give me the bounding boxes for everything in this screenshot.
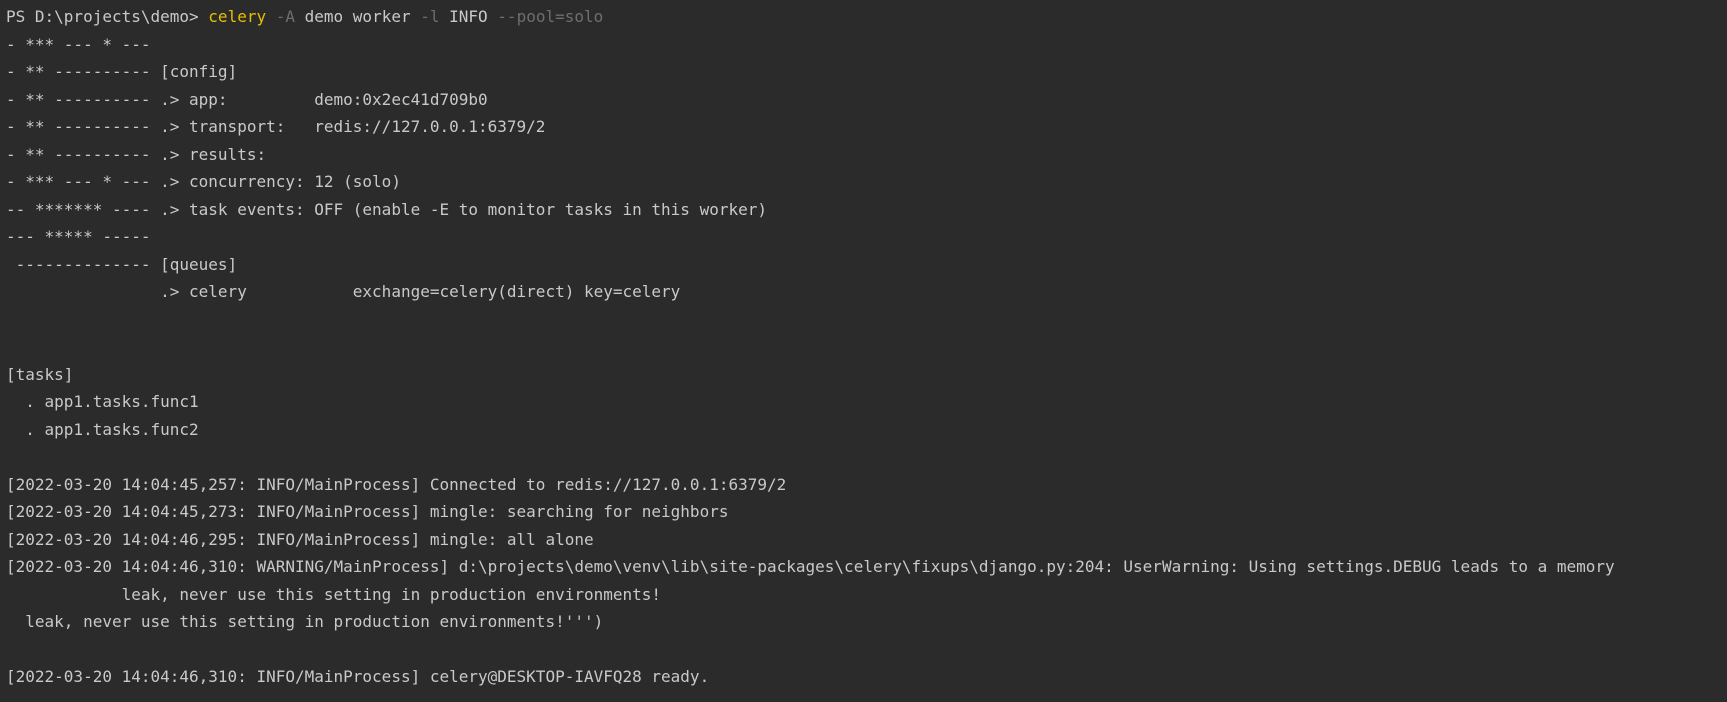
command-prompt-line: PS D:\projects\demo> celery -A demo work…: [6, 3, 1727, 31]
output-line: [2022-03-20 14:04:46,310: WARNING/MainPr…: [6, 557, 1615, 576]
output-line: . app1.tasks.func1: [6, 392, 199, 411]
output-line: .> celery exchange=celery(direct) key=ce…: [6, 282, 681, 301]
prompt-path: PS D:\projects\demo>: [6, 7, 209, 26]
output-line: - ** ---------- .> results:: [6, 144, 267, 164]
output-line: . app1.tasks.func2: [6, 419, 199, 439]
output-line: [2022-03-20 14:04:46,295: INFO/MainProce…: [6, 529, 594, 549]
flag-app: -A: [275, 7, 295, 26]
output-line: [2022-03-20 14:04:45,273: INFO/MainProce…: [6, 502, 729, 521]
flag-loglevel: -l: [420, 7, 440, 26]
output-line: - *** --- * --- .> concurrency: 12 (solo…: [6, 172, 401, 191]
flag-pool: --pool=solo: [497, 7, 604, 26]
output-line: leak, never use this setting in producti…: [6, 612, 604, 631]
terminal-output[interactable]: PS D:\projects\demo> celery -A demo work…: [0, 0, 1727, 702]
arg-loglevel: INFO: [439, 7, 498, 26]
output-line: - ** ---------- .> transport: redis://12…: [6, 117, 546, 136]
output-line: - ** ---------- .> app: demo:0x2ec41d709…: [6, 89, 488, 109]
output-line: - *** --- * ---: [6, 34, 151, 54]
output-lines: - *** --- * --- - ** ---------- [config]…: [6, 31, 1727, 691]
output-line: [tasks]: [6, 364, 74, 384]
command-name: celery: [208, 7, 267, 26]
output-line: -- ******* ---- .> task events: OFF (ena…: [6, 199, 767, 219]
output-line: -------------- [queues]: [6, 254, 238, 274]
output-line: [2022-03-20 14:04:45,257: INFO/MainProce…: [6, 474, 787, 494]
output-line: [2022-03-20 14:04:46,310: INFO/MainProce…: [6, 667, 710, 686]
output-line: leak, never use this setting in producti…: [6, 584, 662, 604]
output-line: --- ***** -----: [6, 227, 151, 246]
output-line: - ** ---------- [config]: [6, 62, 238, 81]
arg-app: demo worker: [295, 7, 421, 26]
